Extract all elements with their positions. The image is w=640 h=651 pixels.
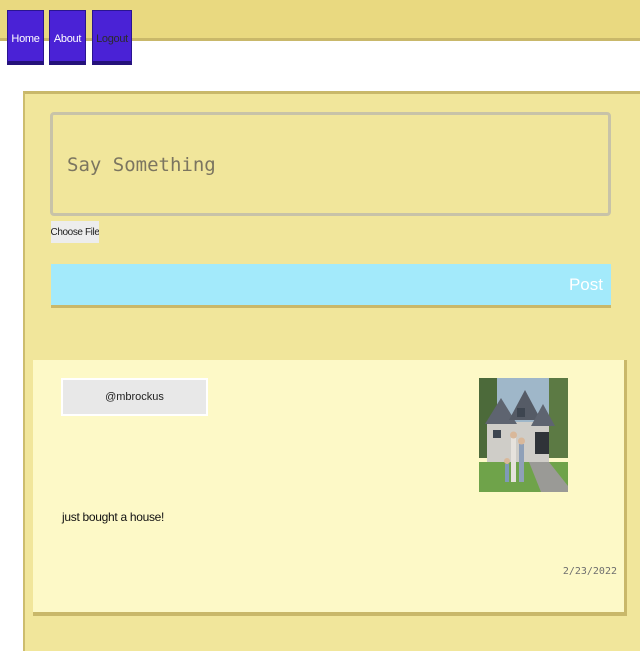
choose-file-button[interactable]: Choose File <box>51 221 99 243</box>
post-image <box>479 378 568 492</box>
username-badge[interactable]: @mbrockus <box>61 378 208 416</box>
post-date: 2/23/2022 <box>562 566 617 577</box>
home-button[interactable]: Home <box>7 10 44 65</box>
house-photo-image <box>479 378 568 492</box>
post-button[interactable]: Post <box>51 264 611 308</box>
logout-button[interactable]: Logout <box>92 10 132 65</box>
say-something-input[interactable] <box>65 153 589 177</box>
post-text: just bought a house! <box>62 510 165 524</box>
compose-box[interactable] <box>50 112 611 216</box>
about-button[interactable]: About <box>49 10 86 65</box>
